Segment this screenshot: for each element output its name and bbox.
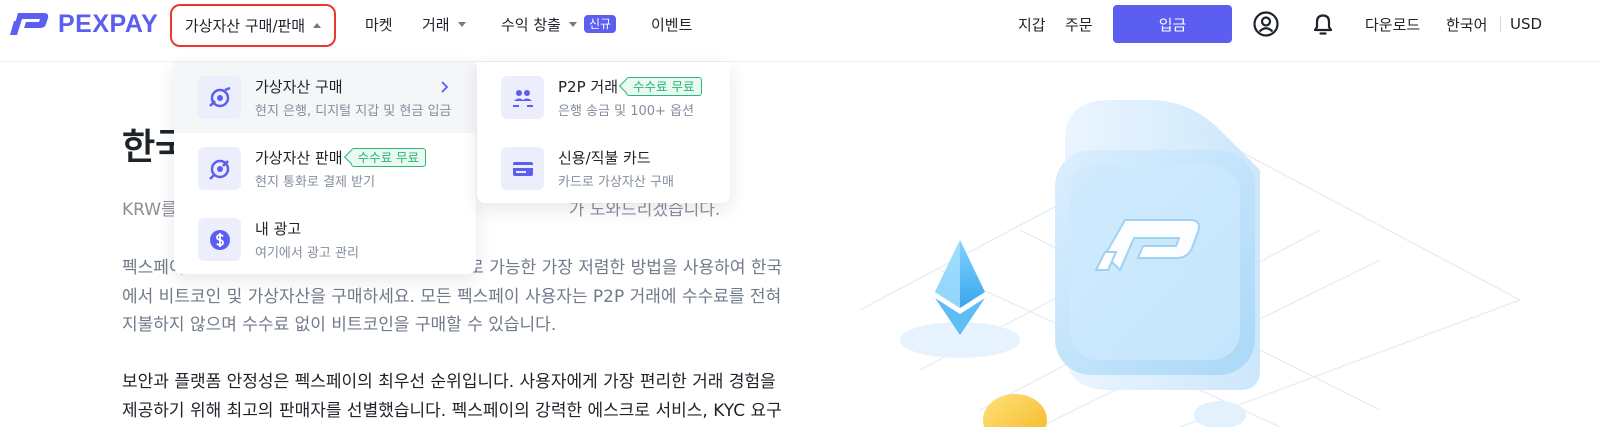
bell-icon[interactable]	[1309, 10, 1337, 38]
menu-item-my-ads[interactable]: 내 광고 여기에서 광고 관리	[174, 204, 476, 275]
sell-crypto-icon	[198, 147, 241, 190]
nav-earn-label: 수익 창출	[501, 15, 561, 34]
language-label: 한국어	[1446, 15, 1488, 34]
credit-card-icon	[501, 147, 544, 190]
hero-p2-line1-right: 으로 가능한 가장 저렴한 방법을 사용하여 한국	[452, 258, 783, 278]
nav-market-label: 마켓	[365, 15, 393, 34]
nav-download-label: 다운로드	[1365, 15, 1421, 34]
hero-p3-line1: 보안과 플랫폼 안정성은 펙스페이의 최우선 순위입니다. 사용자에게 가장 편…	[122, 372, 776, 392]
language-selector[interactable]: 한국어	[1446, 0, 1487, 48]
menu-item-credit-card-title: 신용/직불 카드	[558, 149, 651, 167]
coin-illustration	[983, 394, 1246, 427]
p2p-users-icon	[501, 76, 544, 119]
menu-item-p2p-trade[interactable]: P2P 거래 수수료 무료 은행 송금 및 100+ 옵션	[477, 62, 730, 133]
nav-orders[interactable]: 주문	[1065, 0, 1093, 48]
caret-up-icon	[313, 23, 322, 28]
chevron-right-icon	[441, 81, 449, 93]
caret-down-icon	[568, 21, 577, 27]
buy-crypto-icon	[198, 76, 241, 119]
buy-sell-dropdown-right: P2P 거래 수수료 무료 은행 송금 및 100+ 옵션 신용/직불 카드 카…	[477, 62, 730, 203]
hero-illustration	[859, 100, 1522, 427]
menu-item-my-ads-subtitle: 여기에서 광고 관리	[255, 246, 359, 261]
hero-p1-left: KRW를	[122, 200, 177, 220]
nav-buy-sell[interactable]: 가상자산 구매/판매	[170, 4, 336, 47]
hero-p3-line2: 제공하기 위해 최고의 판매자를 선별했습니다. 펙스페이의 강력한 에스크로 …	[122, 400, 782, 421]
new-badge: 신규	[583, 15, 617, 33]
buy-sell-dropdown-left: 가상자산 구매 현지 은행, 디지털 지갑 및 현금 입금 가상자산 판매 수수…	[174, 62, 476, 274]
nav-events[interactable]: 이벤트	[651, 0, 692, 48]
deposit-button-label: 입금	[1158, 15, 1187, 34]
nav-orders-label: 주문	[1065, 15, 1093, 34]
menu-item-buy-crypto[interactable]: 가상자산 구매 현지 은행, 디지털 지갑 및 현금 입금	[174, 62, 476, 133]
cube-3d	[1055, 100, 1260, 390]
caret-down-icon	[457, 21, 466, 27]
hero-p2-line3: 지불하지 않으며 수수료 없이 비트코인을 구매할 수 있습니다.	[122, 315, 557, 335]
menu-item-buy-crypto-title: 가상자산 구매	[255, 78, 343, 96]
nav-wallet-label: 지갑	[1018, 15, 1046, 34]
menu-item-sell-crypto-title: 가상자산 판매	[255, 149, 343, 167]
menu-item-sell-crypto[interactable]: 가상자산 판매 수수료 무료 현지 통화로 결제 받기	[174, 133, 476, 204]
divider	[1500, 16, 1501, 32]
nav-trade[interactable]: 거래	[422, 0, 466, 48]
nav-buy-sell-label: 가상자산 구매/판매	[184, 17, 306, 35]
dollar-icon	[198, 218, 241, 261]
menu-item-credit-card-subtitle: 카드로 가상자산 구매	[558, 175, 674, 190]
logo[interactable]: PEXPAY	[10, 9, 158, 39]
top-nav-bar: PEXPAY 가상자산 구매/판매 마켓 거래 수익 창출 신규 이벤트 지갑 …	[0, 0, 1600, 62]
nav-market[interactable]: 마켓	[365, 0, 393, 48]
menu-item-p2p-subtitle: 은행 송금 및 100+ 옵션	[558, 104, 694, 119]
fee-free-tag: 수수료 무료	[626, 77, 702, 96]
menu-item-my-ads-title: 내 광고	[255, 220, 302, 238]
hero-p2-line2: 에서 비트코인 및 가상자산을 구매하세요. 모든 펙스페이 사용자는 P2P …	[122, 286, 782, 307]
nav-wallet[interactable]: 지갑	[1018, 0, 1046, 48]
nav-events-label: 이벤트	[651, 15, 693, 34]
brand-name: PEXPAY	[58, 9, 159, 38]
nav-download[interactable]: 다운로드	[1365, 0, 1420, 48]
user-icon[interactable]	[1252, 10, 1280, 38]
fee-free-tag: 수수료 무료	[350, 148, 427, 167]
menu-item-credit-card[interactable]: 신용/직불 카드 카드로 가상자산 구매	[477, 133, 730, 204]
nav-earn[interactable]: 수익 창출 신규	[501, 0, 617, 48]
currency-label: USD	[1510, 15, 1543, 33]
pexpay-logo-icon	[10, 13, 49, 35]
menu-item-sell-crypto-subtitle: 현지 통화로 결제 받기	[255, 175, 376, 190]
hero-paragraph-security: 보안과 플랫폼 안정성은 펙스페이의 최우선 순위입니다. 사용자에게 가장 편…	[122, 368, 842, 425]
menu-item-buy-crypto-subtitle: 현지 은행, 디지털 지갑 및 현금 입금	[255, 104, 452, 119]
nav-trade-label: 거래	[422, 15, 450, 34]
currency-selector[interactable]: USD	[1510, 0, 1542, 48]
deposit-button[interactable]: 입금	[1113, 5, 1232, 43]
menu-item-p2p-title: P2P 거래	[558, 78, 619, 96]
